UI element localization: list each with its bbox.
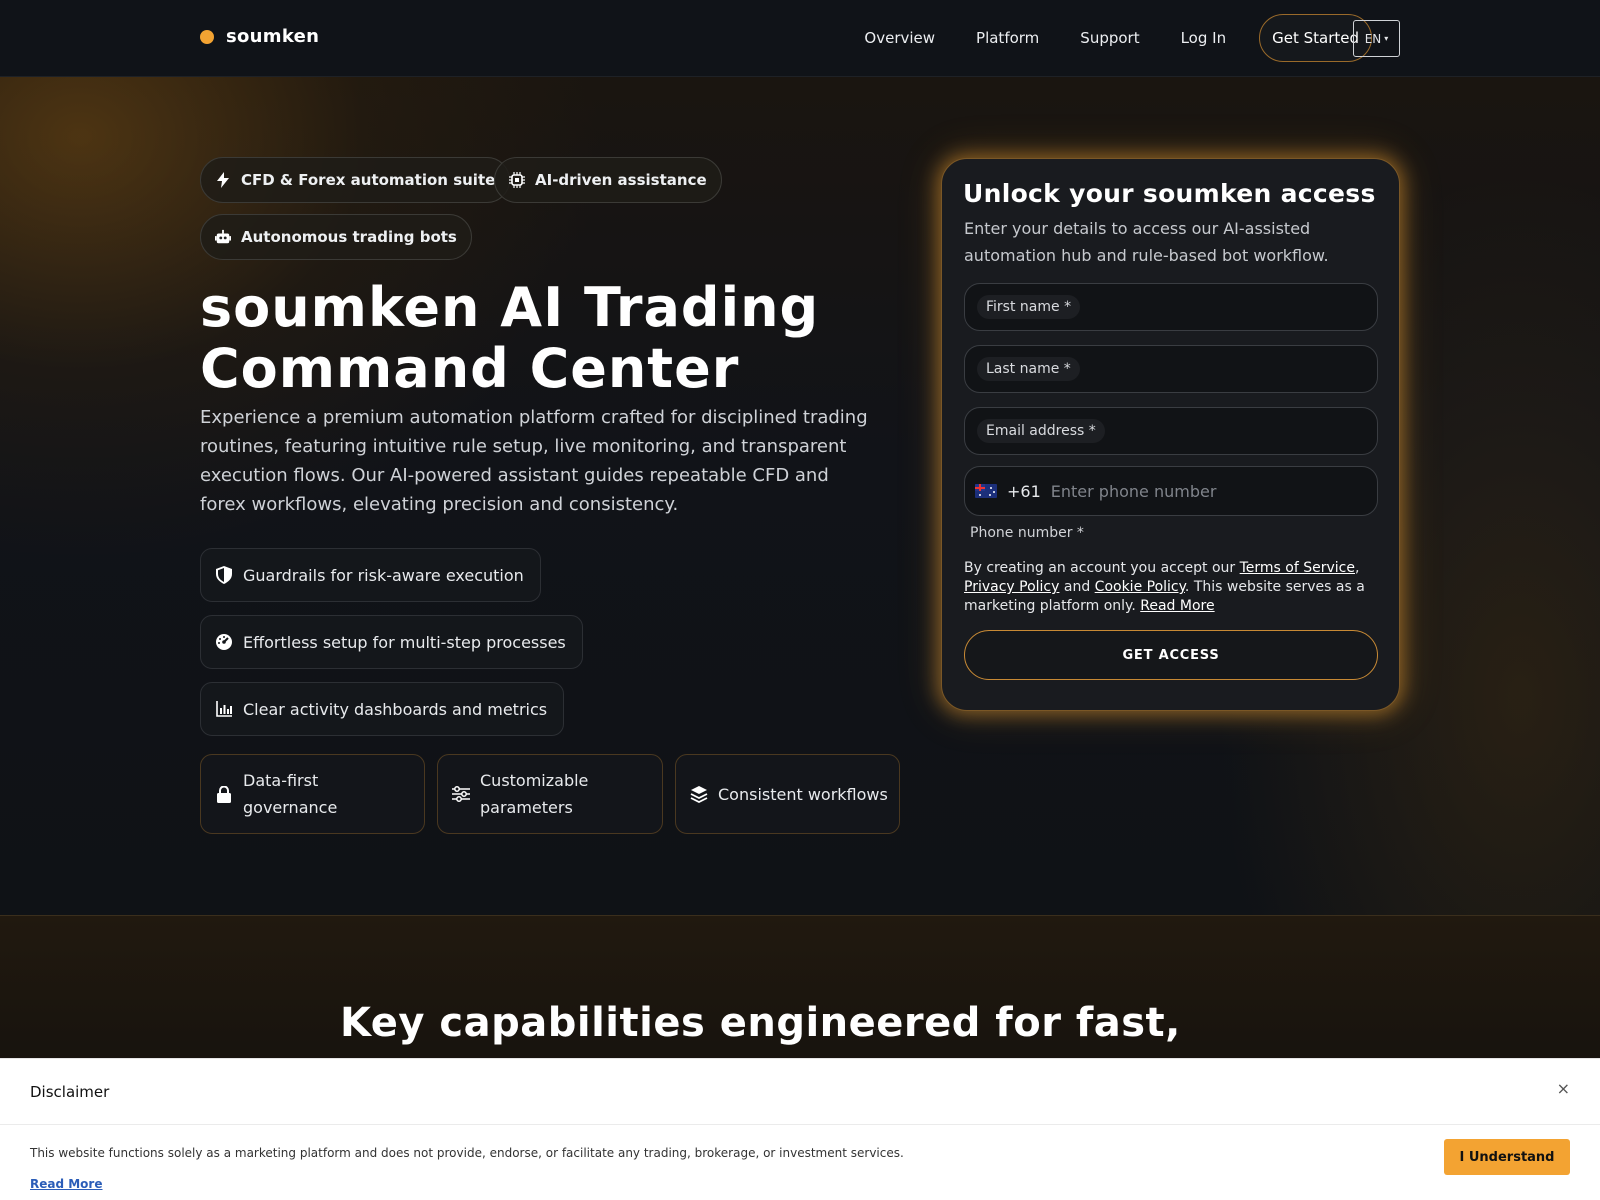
disclaimer-text: This website functions solely as a marke… [30,1146,904,1160]
nav-link-login[interactable]: Log In [1181,29,1227,47]
bar-chart-icon [215,700,233,718]
badge-label: Autonomous trading bots [241,228,457,246]
nav-link-support[interactable]: Support [1080,29,1139,47]
hero-title-line1: soumken AI Trading [200,276,820,339]
caret-down-icon: ▾ [1384,34,1389,43]
signup-form-card: Unlock your soumken access Enter your de… [941,158,1400,711]
language-code: EN [1364,31,1382,46]
first-name-field[interactable]: First name * [964,283,1378,331]
sliders-icon [452,785,470,803]
terms-and: and [1059,579,1095,595]
brand-dot-icon [200,29,214,44]
nav-links: Overview Platform Support Log In Get Sta… [864,14,1372,62]
dial-code[interactable]: +61 [1007,482,1041,501]
last-name-field[interactable]: Last name * [964,345,1378,393]
feature-label: Guardrails for risk-aware execution [243,565,524,585]
hero-description: Experience a premium automation platform… [200,407,868,515]
badge-label: AI-driven assistance [535,171,707,189]
card-label: Consistent workflows [718,784,888,804]
form-title: Unlock your soumken access [963,179,1376,208]
privacy-policy-link[interactable]: Privacy Policy [964,579,1059,595]
australia-flag-icon[interactable] [975,484,997,498]
read-more-link[interactable]: Read More [1140,598,1214,614]
feature-label: Clear activity dashboards and metrics [243,699,548,719]
badge-cfd-forex: CFD & Forex automation suite [200,157,511,203]
robot-icon [215,229,231,245]
shield-icon [215,566,233,584]
disclaimer-header: Disclaimer × [0,1059,1600,1125]
chip-icon [509,172,525,188]
phone-field: +61 [964,466,1378,516]
phone-input[interactable] [1050,481,1371,501]
terms-prefix: By creating an account you accept our [964,560,1240,576]
i-understand-button[interactable]: I Understand [1444,1139,1570,1175]
hero-title-line2: Command Center [200,337,740,400]
disclaimer-read-more-link[interactable]: Read More [30,1177,103,1191]
layers-icon [690,785,708,803]
brand-name: soumken [226,26,320,47]
card-label: Data-first governance [243,771,338,817]
get-access-button[interactable]: GET ACCESS [964,630,1378,680]
feature-setup: Effortless setup for multi-step processe… [200,615,583,669]
email-label: Email address * [977,419,1105,443]
badge-ai-assistance: AI-driven assistance [494,157,722,203]
disclaimer-banner: Disclaimer × This website functions sole… [0,1058,1600,1200]
brand-logo[interactable]: soumken [200,26,319,47]
capabilities-title: Key capabilities engineered for fast, de… [340,1000,1181,1065]
badge-label: CFD & Forex automation suite [241,171,496,189]
cookie-policy-link[interactable]: Cookie Policy [1095,579,1185,595]
last-name-label: Last name * [977,357,1080,381]
close-icon[interactable]: × [1557,1079,1570,1098]
capabilities-section: Key capabilities engineered for fast, de… [0,915,1600,1065]
hero-section: CFD & Forex automation suite AI-driven a… [0,77,1600,915]
badge-trading-bots: Autonomous trading bots [200,214,472,260]
bolt-icon [215,172,231,188]
gauge-icon [215,633,233,651]
disclaimer-title: Disclaimer [30,1083,110,1101]
phone-label: Phone number * [970,525,1084,541]
card-workflows: Consistent workflows [675,754,900,834]
terms-of-service-link[interactable]: Terms of Service [1240,560,1355,576]
first-name-label: First name * [977,295,1081,319]
feature-dashboards: Clear activity dashboards and metrics [200,682,565,736]
hero-title: soumken AI Trading Command Center [200,277,920,399]
card-label: Customizable parameters [480,771,589,817]
terms-text: By creating an account you accept our Te… [964,560,1365,614]
lock-icon [215,785,233,803]
nav-link-overview[interactable]: Overview [864,29,935,47]
email-field[interactable]: Email address * [964,407,1378,455]
feature-guardrails: Guardrails for risk-aware execution [200,548,541,602]
top-navbar: soumken Overview Platform Support Log In… [0,0,1600,77]
feature-label: Effortless setup for multi-step processe… [243,632,566,652]
language-selector[interactable]: EN ▾ [1353,20,1400,57]
card-parameters: Customizable parameters [437,754,663,834]
form-subtitle: Enter your details to access our AI-assi… [964,219,1329,265]
nav-link-platform[interactable]: Platform [976,29,1039,47]
card-governance: Data-first governance [200,754,425,834]
